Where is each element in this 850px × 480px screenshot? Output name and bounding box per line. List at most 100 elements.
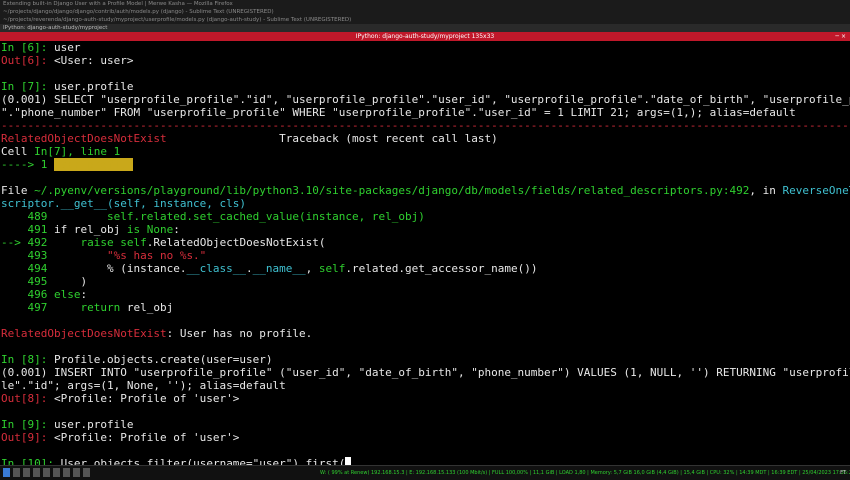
terminal-text: In [ — [1, 418, 28, 431]
terminal-text: rel_obj — [120, 301, 174, 314]
workspace-button[interactable] — [73, 468, 80, 477]
system-tray[interactable]: FT — [840, 466, 846, 480]
terminal-text: Out[9]: — [1, 431, 54, 444]
terminal-text: . — [246, 262, 253, 275]
terminal-line: Cell In[7], line 1 — [1, 145, 850, 158]
terminal-text: None — [146, 223, 174, 236]
terminal-line: File ~/.pyenv/versions/playground/lib/py… — [1, 184, 850, 197]
terminal-line: (0.001) INSERT INTO "userprofile_profile… — [1, 366, 850, 379]
workspace-button[interactable] — [3, 468, 10, 477]
terminal-line: RelatedObjectDoesNotExist Traceback (mos… — [1, 132, 850, 145]
terminal-text: raise — [80, 236, 114, 249]
workspace-button[interactable] — [53, 468, 60, 477]
terminal-text: "."phone_number" FROM "userprofile_profi… — [1, 106, 796, 119]
background-window-title-2[interactable]: ~/projects/django/django/django/contrib/… — [0, 8, 850, 16]
terminal-line: In [6]: user — [1, 41, 850, 54]
terminal-text: le"."id"; args=(1, None, ''); alias=defa… — [1, 379, 286, 392]
terminal-text: 496 — [1, 288, 54, 301]
terminal-text: : — [173, 223, 180, 236]
terminal-text: 489 — [1, 210, 54, 223]
terminal-line: Out[8]: <Profile: Profile of 'user'> — [1, 392, 850, 405]
terminal-line: 497 return rel_obj — [1, 301, 850, 314]
terminal-text: Traceback (most recent call last) — [166, 132, 498, 145]
workspace-button[interactable] — [13, 468, 20, 477]
terminal-text: <Profile: Profile of 'user'> — [53, 392, 240, 405]
terminal-text: (self, instance, cls) — [106, 197, 247, 210]
terminal-text: Profile.objects.create(user=user) — [54, 353, 273, 366]
terminal-text: , in — [749, 184, 783, 197]
workspace-button[interactable] — [63, 468, 70, 477]
background-window-title-3[interactable]: ~/projects/reverenda/django-auth-study/m… — [0, 16, 850, 24]
terminal-text: , — [305, 262, 319, 275]
terminal-text: <User: user> — [53, 54, 134, 67]
workspace-button[interactable] — [83, 468, 90, 477]
terminal-line: Out[9]: <Profile: Profile of 'user'> — [1, 431, 850, 444]
terminal-text: ]: — [34, 41, 54, 54]
close-icon[interactable]: × — [841, 33, 846, 40]
terminal-text: Cell — [1, 145, 35, 158]
terminal-line: ----> 1 user.profile — [1, 158, 850, 171]
terminal-line: 494 % (instance.__class__.__name__, self… — [1, 262, 850, 275]
terminal-text: ----> 1 — [1, 158, 54, 171]
terminal-line: ----------------------------------------… — [1, 119, 850, 132]
terminal-text: <Profile: Profile of 'user'> — [53, 431, 240, 444]
terminal-text: self — [318, 262, 346, 275]
terminal-line: In [9]: user.profile — [1, 418, 850, 431]
terminal-line: 496 else: — [1, 288, 850, 301]
terminal-line: RelatedObjectDoesNotExist: User has no p… — [1, 327, 850, 340]
terminal-text: In [ — [1, 41, 28, 54]
terminal-text: return — [80, 301, 121, 314]
terminal-tab-label: IPython: django-auth-study/myproject — [3, 25, 108, 31]
terminal-text: In [ — [1, 80, 28, 93]
terminal-text: __class__ — [186, 262, 247, 275]
terminal-line: le"."id"; args=(1, None, ''); alias=defa… — [1, 379, 850, 392]
window-title: IPython: django-auth-study/myproject 135… — [355, 33, 495, 40]
terminal-text: ----------------------------------------… — [1, 119, 850, 132]
terminal-line: (0.001) SELECT "userprofile_profile"."id… — [1, 93, 850, 106]
workspace-button[interactable] — [33, 468, 40, 477]
terminal-text: is — [126, 223, 141, 236]
terminal-text: 493 — [1, 249, 54, 262]
terminal-line: In [7]: user.profile — [1, 80, 850, 93]
terminal-text: if rel_obj — [53, 223, 127, 236]
terminal-text: ) — [53, 275, 88, 288]
terminal-text: In[7], line 1 — [34, 145, 121, 158]
terminal-text: else — [53, 288, 81, 301]
terminal-text: self — [120, 236, 147, 249]
terminal-text: 494 — [1, 262, 54, 275]
terminal-text: File — [1, 184, 35, 197]
terminal-tab[interactable]: IPython: django-auth-study/myproject — [0, 24, 850, 32]
terminal-text: user.profile — [54, 418, 134, 431]
terminal-line: 491 if rel_obj is None: — [1, 223, 850, 236]
background-window-title-1[interactable]: Extending built-in Django User with a Pr… — [0, 0, 850, 8]
terminal-text: ]: — [34, 353, 54, 366]
terminal-text: --> 492 — [1, 236, 54, 249]
workspace-button[interactable] — [23, 468, 30, 477]
workspace-button[interactable] — [43, 468, 50, 477]
status-bar: W: ( 99% at Renew) 192.168.15.3 | E: 192… — [0, 465, 850, 480]
workspace-switcher — [0, 468, 90, 477]
window-controls[interactable]: ─ × — [835, 32, 846, 41]
terminal-line: 493 "%s has no %s." — [1, 249, 850, 262]
terminal-text: user.profile — [53, 158, 134, 171]
terminal-text: (0.001) SELECT "userprofile_profile"."id… — [1, 93, 850, 106]
window-titlebar[interactable]: IPython: django-auth-study/myproject 135… — [0, 32, 850, 41]
terminal-text: ]: — [34, 418, 54, 431]
terminal-text: 497 — [1, 301, 54, 314]
terminal-text: .related.get_accessor_name()) — [345, 262, 538, 275]
terminal-text: : — [80, 288, 88, 301]
terminal-text: RelatedObjectDoesNotExist — [1, 132, 167, 145]
terminal-output[interactable]: In [6]: user Out[6]: <User: user> In [7]: … — [0, 41, 850, 466]
minimize-icon[interactable]: ─ — [835, 33, 839, 40]
terminal-text: 495 — [1, 275, 54, 288]
terminal-text: : User has no profile. — [166, 327, 313, 340]
terminal-line: scriptor.__get__(self, instance, cls) — [1, 197, 850, 210]
